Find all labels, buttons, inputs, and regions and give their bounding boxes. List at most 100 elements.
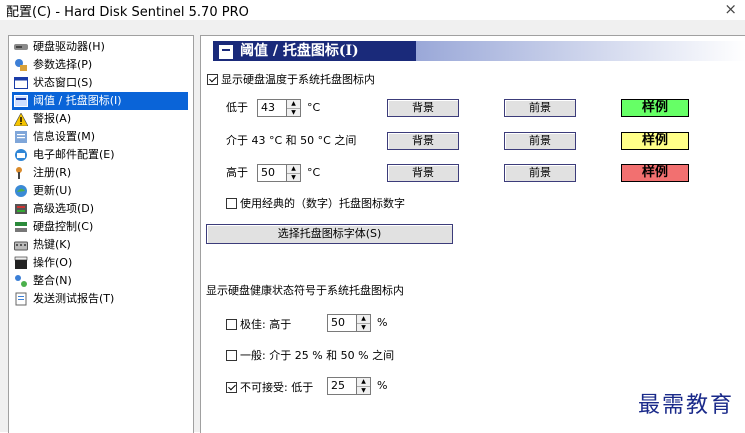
health-unacceptable-checkbox[interactable]: 不可接受: 低于 bbox=[226, 379, 313, 395]
close-icon[interactable]: × bbox=[724, 0, 737, 18]
sidebar-item-label: 电子邮件配置(E) bbox=[33, 148, 115, 161]
checkbox-box[interactable] bbox=[207, 73, 218, 85]
disk-control-icon bbox=[13, 220, 29, 234]
register-icon bbox=[13, 166, 29, 180]
spin-up-icon[interactable]: ▲ bbox=[357, 315, 370, 323]
sidebar-item-actions[interactable]: 操作(O) bbox=[13, 254, 72, 272]
temp-low-prefix: 低于 bbox=[226, 101, 248, 114]
sidebar-item-label: 参数选择(P) bbox=[33, 58, 93, 71]
temp-low-unit: °C bbox=[307, 101, 321, 114]
checkbox-box[interactable] bbox=[226, 381, 237, 393]
sidebar-item-info-settings[interactable]: 信息设置(M) bbox=[13, 128, 95, 146]
sidebar-item-advanced[interactable]: 高级选项(D) bbox=[13, 200, 94, 218]
sidebar-item-update[interactable]: 更新(U) bbox=[13, 182, 72, 200]
update-icon bbox=[13, 184, 29, 198]
classic-digits-label: 使用经典的（数字）托盘图标数字 bbox=[240, 197, 405, 210]
spin-down-icon[interactable]: ▼ bbox=[287, 173, 300, 182]
mid-sample: 样例 bbox=[621, 132, 689, 150]
mid-background-button[interactable]: 背景 bbox=[387, 132, 459, 150]
spin-down-icon[interactable]: ▼ bbox=[287, 108, 300, 117]
health-excellent-stepper[interactable]: 50 ▲ ▼ bbox=[327, 314, 371, 332]
disk-drive-icon bbox=[13, 40, 29, 54]
tray-icon bbox=[13, 94, 29, 108]
sidebar-item-label: 硬盘驱动器(H) bbox=[33, 40, 105, 53]
sidebar-item-label: 更新(U) bbox=[33, 184, 72, 197]
page-title: 阈值 / 托盘图标(I) bbox=[213, 41, 416, 61]
health-fair-label: 一般: 介于 25 % 和 50 % 之间 bbox=[240, 349, 395, 362]
health-title: 显示硬盘健康状态符号于系统托盘图标内 bbox=[206, 284, 404, 297]
sidebar-item-label: 操作(O) bbox=[33, 256, 73, 269]
sidebar-item-disk-control[interactable]: 硬盘控制(C) bbox=[13, 218, 93, 236]
select-tray-font-button[interactable]: 选择托盘图标字体(S) bbox=[206, 224, 453, 244]
integration-icon bbox=[13, 274, 29, 288]
temp-high-prefix: 高于 bbox=[226, 166, 248, 179]
health-unacceptable-value[interactable]: 25 bbox=[327, 377, 357, 395]
temp-low-value[interactable]: 43 bbox=[257, 99, 287, 117]
mid-foreground-button[interactable]: 前景 bbox=[504, 132, 576, 150]
sidebar-item-label: 发送测试报告(T) bbox=[33, 292, 115, 305]
classic-digits-checkbox[interactable]: 使用经典的（数字）托盘图标数字 bbox=[226, 195, 405, 211]
spin-up-icon[interactable]: ▲ bbox=[287, 100, 300, 108]
health-unacceptable-unit: % bbox=[377, 379, 388, 392]
temp-low-stepper[interactable]: 43 ▲ ▼ bbox=[257, 99, 301, 117]
title-bar: 配置(C) - Hard Disk Sentinel 5.70 PRO × bbox=[0, 0, 745, 20]
hotkey-icon bbox=[13, 238, 29, 252]
settings-panel: 阈值 / 托盘图标(I) 显示硬盘温度于系统托盘图标内 低于 43 ▲ ▼ °C … bbox=[200, 35, 745, 433]
high-background-button[interactable]: 背景 bbox=[387, 164, 459, 182]
sidebar-item-label: 状态窗口(S) bbox=[33, 76, 93, 89]
spin-down-icon[interactable]: ▼ bbox=[357, 386, 370, 395]
window-title: 配置(C) - Hard Disk Sentinel 5.70 PRO bbox=[6, 5, 249, 20]
health-unacceptable-stepper[interactable]: 25 ▲ ▼ bbox=[327, 377, 371, 395]
spin-up-icon[interactable]: ▲ bbox=[357, 378, 370, 386]
preferences-icon bbox=[13, 58, 29, 72]
temp-high-stepper[interactable]: 50 ▲ ▼ bbox=[257, 164, 301, 182]
temp-mid-label: 介于 43 °C 和 50 °C 之间 bbox=[226, 134, 357, 147]
sidebar-item-label: 信息设置(M) bbox=[33, 130, 96, 143]
spin-up-icon[interactable]: ▲ bbox=[287, 165, 300, 173]
sidebar-item-label: 警报(A) bbox=[33, 112, 72, 125]
sidebar-item-preferences[interactable]: 参数选择(P) bbox=[13, 56, 92, 74]
watermark: 最需教育 bbox=[637, 393, 734, 418]
high-sample: 样例 bbox=[621, 164, 689, 182]
sidebar-item-integration[interactable]: 整合(N) bbox=[13, 272, 72, 290]
advanced-icon bbox=[13, 202, 29, 216]
page-title-text: 阈值 / 托盘图标(I) bbox=[240, 43, 359, 59]
health-fair-checkbox[interactable]: 一般: 介于 25 % 和 50 % 之间 bbox=[226, 347, 394, 363]
low-sample: 样例 bbox=[621, 99, 689, 117]
show-temp-checkbox[interactable]: 显示硬盘温度于系统托盘图标内 bbox=[207, 71, 375, 87]
high-foreground-button[interactable]: 前景 bbox=[504, 164, 576, 182]
sidebar-item-label: 热键(K) bbox=[33, 238, 71, 251]
sidebar: 硬盘驱动器(H) 参数选择(P) 状态窗口(S) 阈值 / 托盘图标(I) 警报… bbox=[8, 35, 194, 433]
sidebar-item-hotkeys[interactable]: 热键(K) bbox=[13, 236, 71, 254]
temp-high-unit: °C bbox=[307, 166, 321, 179]
checkbox-box[interactable] bbox=[226, 349, 237, 361]
sidebar-item-disk-drives[interactable]: 硬盘驱动器(H) bbox=[13, 38, 105, 56]
dialog-client: 硬盘驱动器(H) 参数选择(P) 状态窗口(S) 阈值 / 托盘图标(I) 警报… bbox=[0, 20, 745, 433]
health-excellent-checkbox[interactable]: 极佳: 高于 bbox=[226, 316, 291, 332]
sidebar-item-label: 注册(R) bbox=[33, 166, 72, 179]
warning-icon bbox=[13, 112, 29, 126]
sidebar-item-label: 硬盘控制(C) bbox=[33, 220, 94, 233]
sidebar-item-send-report[interactable]: 发送测试报告(T) bbox=[13, 290, 114, 308]
header-gradient bbox=[416, 41, 745, 61]
report-icon bbox=[13, 292, 29, 306]
health-unacceptable-label: 不可接受: 低于 bbox=[240, 381, 314, 394]
low-foreground-button[interactable]: 前景 bbox=[504, 99, 576, 117]
sidebar-item-email-config[interactable]: 电子邮件配置(E) bbox=[13, 146, 115, 164]
temp-high-value[interactable]: 50 bbox=[257, 164, 287, 182]
sidebar-item-label: 高级选项(D) bbox=[33, 202, 95, 215]
low-background-button[interactable]: 背景 bbox=[387, 99, 459, 117]
sidebar-item-alerts[interactable]: 警报(A) bbox=[13, 110, 71, 128]
sidebar-item-register[interactable]: 注册(R) bbox=[13, 164, 71, 182]
email-icon bbox=[13, 148, 29, 162]
info-icon bbox=[13, 130, 29, 144]
sidebar-item-status-window[interactable]: 状态窗口(S) bbox=[13, 74, 93, 92]
checkbox-box[interactable] bbox=[226, 318, 237, 330]
health-excellent-unit: % bbox=[377, 316, 388, 329]
health-excellent-value[interactable]: 50 bbox=[327, 314, 357, 332]
tray-icon bbox=[219, 45, 233, 59]
checkbox-box[interactable] bbox=[226, 197, 237, 209]
sidebar-item-thresholds[interactable]: 阈值 / 托盘图标(I) bbox=[12, 92, 188, 110]
show-temp-label: 显示硬盘温度于系统托盘图标内 bbox=[221, 73, 375, 86]
spin-down-icon[interactable]: ▼ bbox=[357, 323, 370, 332]
